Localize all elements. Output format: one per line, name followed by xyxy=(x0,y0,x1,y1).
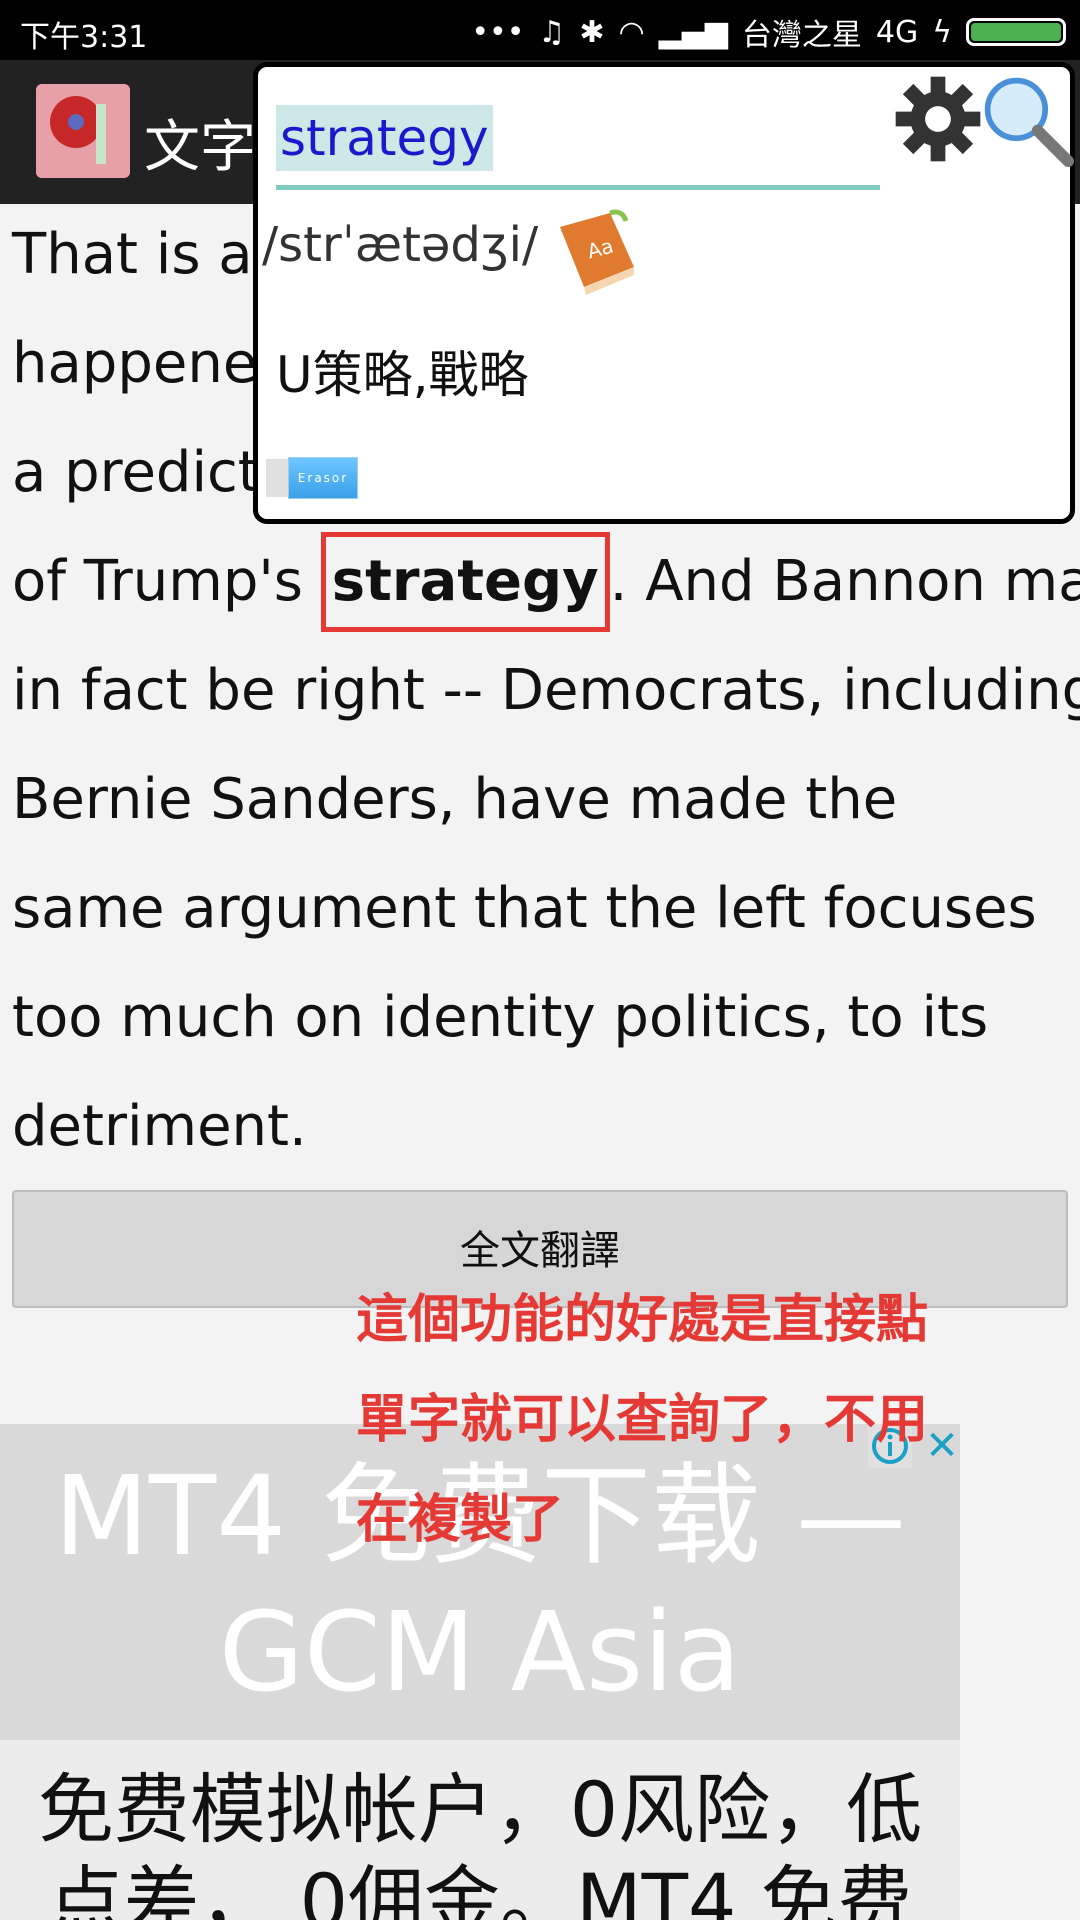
article-line[interactable]: same argument that the left focuses xyxy=(12,854,1072,963)
phonetic-text: /strˈætədʒi/ xyxy=(262,217,539,273)
article-line[interactable]: too much on identity politics, to its xyxy=(12,963,1072,1072)
charging-icon: ϟ xyxy=(932,14,952,50)
bluetooth-icon: ✱ xyxy=(579,14,605,50)
status-time: 下午3:31 xyxy=(20,20,148,55)
word-input-value[interactable]: strategy xyxy=(276,105,493,171)
app-title: 文字 xyxy=(144,115,256,180)
wifi-icon: ◠ xyxy=(618,14,645,50)
book-icon[interactable]: Aa xyxy=(550,207,640,299)
translation-text: U策略,戰略 xyxy=(276,346,529,404)
search-icon[interactable] xyxy=(978,71,1074,167)
selected-word[interactable]: strategy xyxy=(320,532,610,632)
article-line-suffix[interactable]: . And Bannon may xyxy=(610,549,1080,614)
carrier-label: 台灣之星 xyxy=(741,18,862,53)
article-line[interactable]: detriment. xyxy=(12,1072,1072,1181)
article-line-prefix[interactable]: of Trump's xyxy=(12,549,321,614)
dictionary-popup: strategy /strˈætədʒi/ Aa U策略,戰略 Erasor xyxy=(253,62,1075,524)
word-input[interactable]: strategy xyxy=(276,103,880,190)
annotation-line: 這個功能的好處是直接點 xyxy=(356,1290,929,1350)
ad-body[interactable]: 免费模拟帐户，0风险，低 点差， 0佣金。MT4 免费 xyxy=(0,1740,960,1920)
ad-body-line2: 点差， 0佣金。MT4 免费 xyxy=(47,1857,913,1920)
ad-body-line1: 免费模拟帐户，0风险，低 xyxy=(37,1765,923,1854)
article-line-with-selection[interactable]: of Trump's strategy. And Bannon may xyxy=(12,527,1080,636)
app-logo-icon[interactable] xyxy=(36,84,130,178)
eraser-icon[interactable]: Erasor xyxy=(288,457,358,499)
gear-icon[interactable] xyxy=(892,73,984,165)
ad-headline-line2: GCM Asia xyxy=(218,1588,742,1716)
annotation-line: 單字就可以查詢了，不用 xyxy=(356,1390,929,1450)
annotation-note: 這個功能的好處是直接點 單字就可以查詢了，不用 在複製了 xyxy=(356,1270,1066,1570)
signal-icon: ▂▄▆ xyxy=(658,14,728,50)
status-icons: ••• ♫ ✱ ◠ ▂▄▆ 台灣之星 4G ϟ xyxy=(471,10,1066,54)
more-icon: ••• xyxy=(471,14,525,50)
article-line[interactable]: in fact be right -- Democrats, including xyxy=(12,636,1080,745)
eraser-tip xyxy=(266,459,288,497)
battery-icon xyxy=(966,18,1066,46)
headphones-icon: ♫ xyxy=(538,14,566,50)
status-bar: 下午3:31 ••• ♫ ✱ ◠ ▂▄▆ 台灣之星 4G ϟ xyxy=(0,0,1080,60)
article-line[interactable]: Bernie Sanders, have made the xyxy=(12,745,1072,854)
network-label: 4G xyxy=(875,14,919,50)
annotation-line: 在複製了 xyxy=(356,1490,565,1550)
